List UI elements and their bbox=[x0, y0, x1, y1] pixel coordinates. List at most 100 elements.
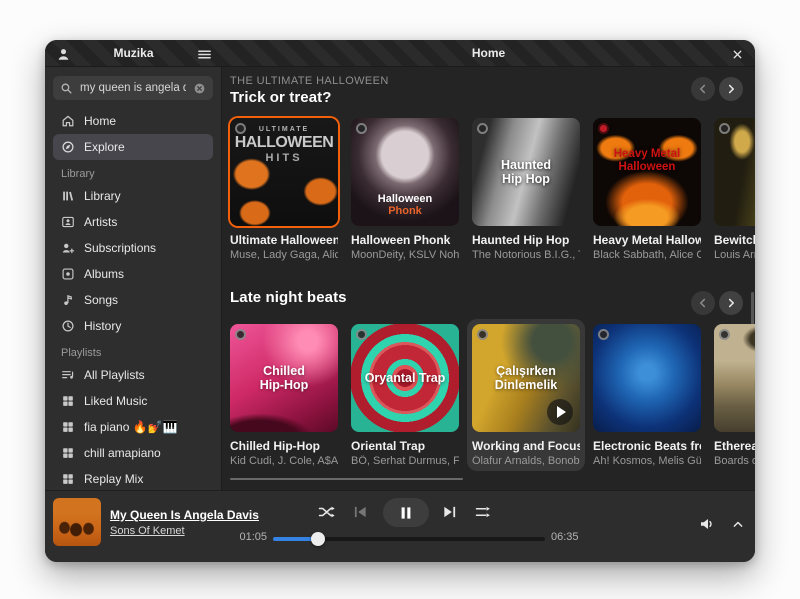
playlist-list-icon bbox=[61, 368, 75, 382]
search-box[interactable] bbox=[53, 76, 213, 100]
art-text: Halloween bbox=[378, 193, 432, 206]
card-subtitle: Boards of C bbox=[714, 455, 755, 467]
album-art: Heavy MetalHalloween bbox=[593, 118, 701, 226]
sidebar-item-fia-piano[interactable]: fia piano 🔥💅🎹 bbox=[53, 414, 213, 440]
card-subtitle: Ólafur Arnalds, Bonob... bbox=[472, 455, 580, 467]
playlist-card[interactable]: ÇalışırkenDinlemelik Working and Focusin… bbox=[472, 324, 580, 467]
art-text: Dinlemelik bbox=[495, 378, 558, 392]
artist-card-icon bbox=[61, 215, 75, 229]
volume-button[interactable] bbox=[697, 515, 717, 533]
track-title-link[interactable]: My Queen Is Angela Davis bbox=[110, 508, 259, 522]
sidebar-item-label: All Playlists bbox=[84, 368, 145, 382]
compass-icon bbox=[61, 140, 75, 154]
horizontal-scrollbar[interactable] bbox=[230, 478, 463, 480]
search-icon bbox=[60, 82, 73, 95]
sidebar-nav: Home Explore Library Library Artists Sub… bbox=[53, 108, 213, 492]
main-menu-button[interactable] bbox=[194, 44, 214, 64]
sidebar-item-chill-amapiano[interactable]: chill amapiano bbox=[53, 440, 213, 466]
queue-mode-button[interactable] bbox=[473, 503, 493, 521]
sidebar: Home Explore Library Library Artists Sub… bbox=[45, 67, 222, 490]
card-subtitle: BÖ, Serhat Durmus, F... bbox=[351, 455, 459, 467]
album-art: HalloweenPhonk bbox=[351, 118, 459, 226]
titlebar: Muzika Home bbox=[45, 40, 755, 67]
art-text: Halloween bbox=[619, 161, 676, 174]
sidebar-item-label: Explore bbox=[84, 140, 125, 154]
album-art: BewJ bbox=[714, 118, 755, 226]
grid-icon bbox=[61, 420, 75, 434]
sidebar-item-artists[interactable]: Artists bbox=[53, 209, 213, 235]
pause-button[interactable] bbox=[383, 498, 429, 527]
sidebar-item-label: Artists bbox=[84, 215, 117, 229]
sidebar-item-songs[interactable]: Songs bbox=[53, 287, 213, 313]
playlist-badge-icon bbox=[598, 329, 609, 340]
playlist-card[interactable]: BewJ Bewitchin Louis Arms bbox=[714, 118, 755, 261]
album-art: Oryantal Trap bbox=[351, 324, 459, 432]
sidebar-item-label: History bbox=[84, 319, 121, 333]
album-icon bbox=[61, 267, 75, 281]
sidebar-item-history[interactable]: History bbox=[53, 313, 213, 339]
total-time: 06:35 bbox=[551, 531, 579, 543]
sidebar-item-explore[interactable]: Explore bbox=[53, 134, 213, 160]
play-overlay-button[interactable] bbox=[547, 399, 573, 425]
playlist-card[interactable]: EthElec Ethereal E Boards of C bbox=[714, 324, 755, 467]
sidebar-item-all-playlists[interactable]: All Playlists bbox=[53, 362, 213, 388]
sidebar-item-library[interactable]: Library bbox=[53, 183, 213, 209]
art-text: Haunted bbox=[501, 158, 551, 172]
card-subtitle: Ah! Kosmos, Melis Gü... bbox=[593, 455, 701, 467]
app-window: Muzika Home Home Explore Library bbox=[45, 40, 755, 562]
previous-button[interactable] bbox=[352, 504, 369, 519]
playlist-card[interactable]: Electronic Beats fro... Ah! Kosmos, Meli… bbox=[593, 324, 701, 467]
card-title: Electronic Beats fro... bbox=[593, 439, 701, 453]
home-icon bbox=[61, 114, 75, 128]
sidebar-item-label: Liked Music bbox=[84, 394, 147, 408]
sidebar-item-home[interactable]: Home bbox=[53, 108, 213, 134]
close-window-button[interactable] bbox=[727, 44, 747, 64]
shuffle-button[interactable] bbox=[317, 503, 337, 521]
progress-bar[interactable] bbox=[273, 537, 545, 541]
grid-icon bbox=[61, 446, 75, 460]
pause-icon bbox=[399, 506, 413, 520]
library-section-label: Library bbox=[61, 168, 213, 180]
carousel-arrows bbox=[691, 77, 743, 101]
carousel-next-button[interactable] bbox=[719, 291, 743, 315]
carousel-next-button[interactable] bbox=[719, 77, 743, 101]
next-button[interactable] bbox=[441, 504, 458, 519]
album-art bbox=[593, 324, 701, 432]
grid-icon bbox=[61, 472, 75, 486]
playlist-card[interactable]: Oryantal Trap Oriental Trap BÖ, Serhat D… bbox=[351, 324, 459, 467]
card-subtitle: The Notorious B.I.G., T... bbox=[472, 249, 580, 261]
chevron-up-icon bbox=[731, 518, 745, 531]
card-title: Heavy Metal Halloween bbox=[593, 233, 701, 247]
carousel-prev-button[interactable] bbox=[691, 77, 715, 101]
expand-player-button[interactable] bbox=[729, 516, 747, 532]
playlist-card[interactable]: ULTIMATEHALLOWEENHITS Ultimate Halloween… bbox=[230, 118, 338, 261]
sidebar-item-label: Library bbox=[84, 189, 121, 203]
art-text: Chilled bbox=[263, 364, 305, 378]
card-title: Haunted Hip Hop bbox=[472, 233, 580, 247]
now-playing-art[interactable] bbox=[53, 498, 101, 546]
elapsed-time: 01:05 bbox=[225, 531, 267, 543]
sidebar-item-subscriptions[interactable]: Subscriptions bbox=[53, 235, 213, 261]
sidebar-item-replay-mix[interactable]: Replay Mix bbox=[53, 466, 213, 492]
sidebar-item-liked-music[interactable]: Liked Music bbox=[53, 388, 213, 414]
card-title: Halloween Phonk bbox=[351, 233, 459, 247]
card-title: Oriental Trap bbox=[351, 439, 459, 453]
chevron-right-icon bbox=[724, 296, 738, 310]
bookshelf-icon bbox=[61, 189, 75, 203]
card-subtitle: Kid Cudi, J. Cole, A$AP... bbox=[230, 455, 338, 467]
clear-search-icon[interactable] bbox=[193, 82, 206, 95]
card-subtitle: Muse, Lady Gaga, Alic... bbox=[230, 249, 338, 261]
playlists-section-label: Playlists bbox=[61, 347, 213, 359]
sidebar-item-albums[interactable]: Albums bbox=[53, 261, 213, 287]
playlist-card[interactable]: HalloweenPhonk Halloween Phonk MoonDeity… bbox=[351, 118, 459, 261]
search-input[interactable] bbox=[78, 81, 188, 95]
playlist-card[interactable]: Heavy MetalHalloween Heavy Metal Hallowe… bbox=[593, 118, 701, 261]
player-progress-handle[interactable] bbox=[311, 532, 325, 546]
sidebar-item-label: Home bbox=[84, 114, 116, 128]
sidebar-item-label: Songs bbox=[84, 293, 118, 307]
carousel-prev-button[interactable] bbox=[691, 291, 715, 315]
section-title: Late night beats bbox=[230, 289, 755, 306]
card-subtitle: MoonDeity, KSLV Noh,... bbox=[351, 249, 459, 261]
playlist-card[interactable]: ChilledHip-Hop Chilled Hip-Hop Kid Cudi,… bbox=[230, 324, 338, 467]
playlist-card[interactable]: HauntedHip Hop Haunted Hip Hop The Notor… bbox=[472, 118, 580, 261]
